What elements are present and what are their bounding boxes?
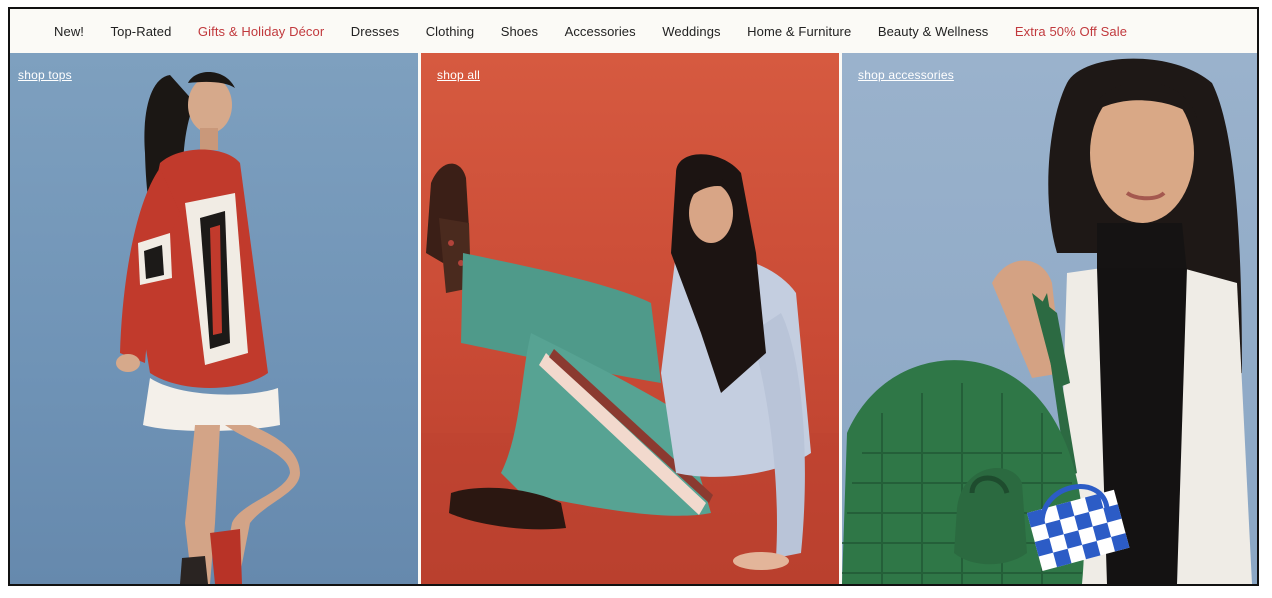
nav-item-sale[interactable]: Extra 50% Off Sale — [1015, 24, 1127, 39]
hero-image-tops — [116, 71, 300, 584]
hero-panel-accessories[interactable]: shop accessories — [842, 53, 1257, 584]
nav-item-gifts-holiday-decor[interactable]: Gifts & Holiday Décor — [198, 24, 324, 39]
page-frame: New! Top-Rated Gifts & Holiday Décor Dre… — [8, 7, 1259, 586]
hero-panel-all[interactable]: shop all — [421, 53, 839, 584]
nav-item-weddings[interactable]: Weddings — [662, 24, 720, 39]
main-navigation: New! Top-Rated Gifts & Holiday Décor Dre… — [10, 9, 1257, 53]
shop-all-link[interactable]: shop all — [437, 68, 480, 82]
nav-item-shoes[interactable]: Shoes — [501, 24, 538, 39]
nav-item-clothing[interactable]: Clothing — [426, 24, 475, 39]
nav-item-home-furniture[interactable]: Home & Furniture — [747, 24, 851, 39]
nav-item-accessories[interactable]: Accessories — [565, 24, 636, 39]
nav-item-new[interactable]: New! — [54, 24, 84, 39]
shop-accessories-link[interactable]: shop accessories — [858, 68, 954, 82]
hero-panels: shop tops shop all shop accessories — [10, 53, 1257, 584]
nav-item-dresses[interactable]: Dresses — [351, 24, 399, 39]
nav-item-beauty-wellness[interactable]: Beauty & Wellness — [878, 24, 989, 39]
nav-item-top-rated[interactable]: Top-Rated — [111, 24, 172, 39]
shop-tops-link[interactable]: shop tops — [18, 68, 72, 82]
hero-panel-tops[interactable]: shop tops — [10, 53, 418, 584]
hero-image-all — [421, 154, 839, 584]
hero-image-accessories — [842, 58, 1252, 584]
